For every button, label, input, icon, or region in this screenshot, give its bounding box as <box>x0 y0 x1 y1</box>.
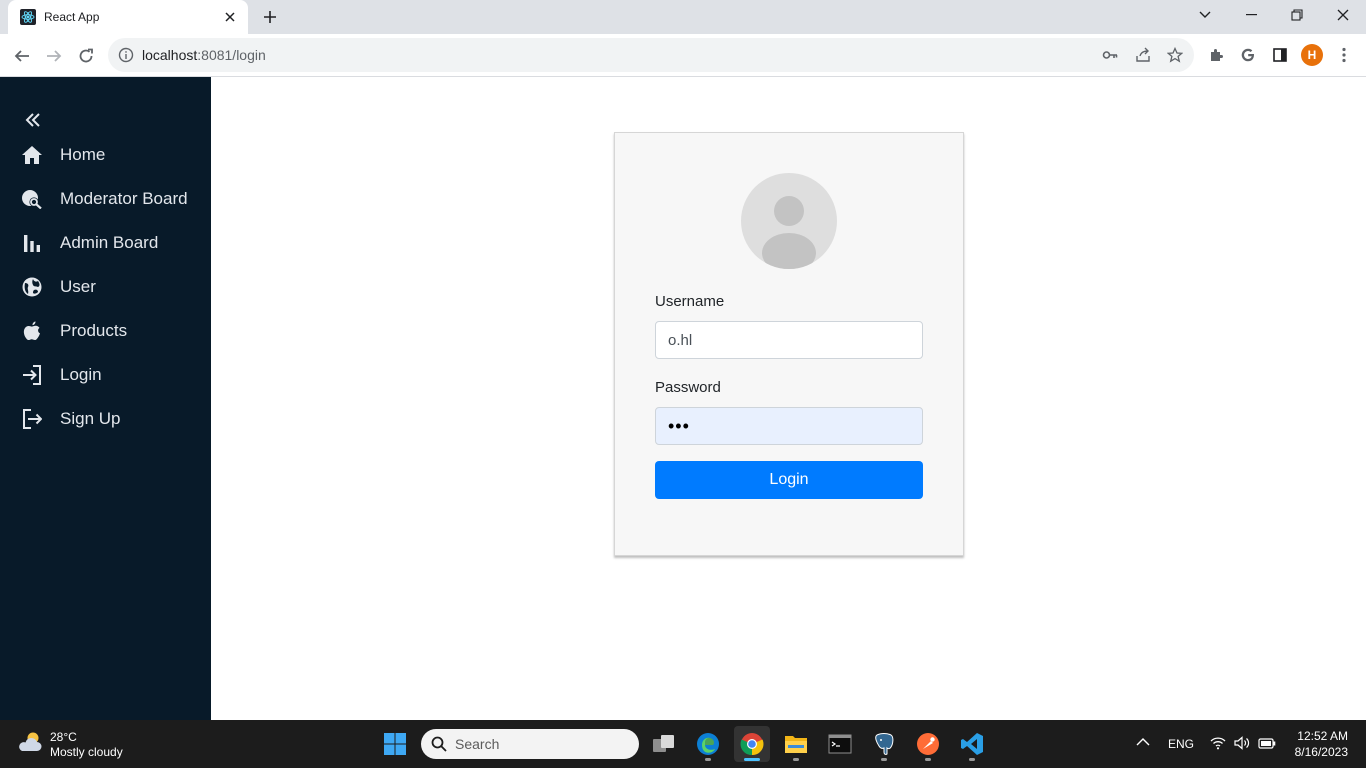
taskbar: 28°C Mostly cloudy Search ENG 12:52 AM 8… <box>0 720 1366 768</box>
postgresql-icon[interactable] <box>866 726 902 762</box>
back-icon[interactable] <box>8 42 36 70</box>
react-icon <box>20 9 36 25</box>
home-icon <box>21 144 43 166</box>
extensions-icon[interactable] <box>1205 44 1227 66</box>
browser-tab[interactable]: React App <box>8 0 248 34</box>
username-input[interactable]: o.hl <box>655 321 923 359</box>
edge-icon[interactable] <box>690 726 726 762</box>
bookmark-star-icon[interactable] <box>1165 45 1185 65</box>
url-host: localhost <box>142 47 198 63</box>
weather-temperature: 28°C <box>50 729 77 744</box>
cloudy-weather-icon <box>16 728 44 761</box>
bar-chart-icon <box>21 232 43 254</box>
chrome-icon[interactable] <box>734 726 770 762</box>
password-input[interactable]: ••• <box>655 407 923 445</box>
tab-search-icon[interactable] <box>1182 0 1228 30</box>
weather-widget[interactable]: 28°C Mostly cloudy <box>16 728 123 761</box>
logout-icon <box>21 408 43 430</box>
side-panel-icon[interactable] <box>1269 44 1291 66</box>
browser-toolbar: localhost:8081/login H <box>0 34 1366 77</box>
key-icon[interactable] <box>1100 45 1120 65</box>
apple-icon <box>21 320 43 342</box>
reload-icon[interactable] <box>72 42 100 70</box>
search-placeholder: Search <box>455 736 500 752</box>
login-button[interactable]: Login <box>655 461 923 499</box>
url-path: :8081/login <box>197 47 266 63</box>
sidebar-item-label: Home <box>60 145 106 164</box>
running-indicator <box>793 758 799 761</box>
battery-icon[interactable] <box>1258 736 1276 753</box>
minimize-icon[interactable] <box>1228 0 1274 30</box>
clock-date: 8/16/2023 <box>1294 745 1348 759</box>
new-tab-icon[interactable] <box>258 5 282 29</box>
terminal-icon[interactable] <box>822 726 858 762</box>
running-indicator <box>705 758 711 761</box>
weather-description: Mostly cloudy <box>50 744 123 759</box>
url-text[interactable]: localhost:8081/login <box>142 47 266 63</box>
sidebar-item-label: Products <box>60 321 128 340</box>
address-bar[interactable]: localhost:8081/login <box>108 38 1194 72</box>
system-clock[interactable]: 12:52 AM 8/16/2023 <box>1288 728 1348 760</box>
profile-avatar[interactable]: H <box>1301 44 1323 66</box>
tab-title: React App <box>44 10 100 24</box>
close-window-icon[interactable] <box>1320 0 1366 30</box>
sidebar-item-moderator-board[interactable]: Moderator Board <box>0 181 211 217</box>
browser-tab-strip: React App <box>0 0 1366 34</box>
restore-icon[interactable] <box>1274 0 1320 30</box>
forward-icon[interactable] <box>40 42 68 70</box>
running-indicator <box>744 758 760 761</box>
wifi-icon[interactable] <box>1210 736 1226 753</box>
search-icon <box>431 736 447 752</box>
sidebar-item-admin-board[interactable]: Admin Board <box>0 225 211 261</box>
profile-placeholder-avatar <box>741 173 837 269</box>
close-tab-icon[interactable] <box>218 5 242 29</box>
chevron-up-icon[interactable] <box>1136 736 1150 750</box>
sidebar-item-label: Admin Board <box>60 233 159 252</box>
sidebar-item-label: Moderator Board <box>60 189 188 208</box>
sidebar-item-products[interactable]: Products <box>0 313 211 349</box>
sidebar-item-sign-up[interactable]: Sign Up <box>0 401 211 437</box>
google-icon[interactable] <box>1237 44 1259 66</box>
username-label: Username <box>655 293 725 310</box>
collapse-sidebar-icon[interactable] <box>22 109 44 131</box>
running-indicator <box>881 758 887 761</box>
postman-icon[interactable] <box>910 726 946 762</box>
file-explorer-icon[interactable] <box>778 726 814 762</box>
sidebar-item-login[interactable]: Login <box>0 357 211 393</box>
sidebar-item-label: User <box>60 277 96 296</box>
login-icon <box>21 364 43 386</box>
windows-start-icon[interactable] <box>377 726 413 762</box>
share-icon[interactable] <box>1133 45 1153 65</box>
running-indicator <box>969 758 975 761</box>
sidebar-item-user[interactable]: User <box>0 269 211 305</box>
task-view-icon[interactable] <box>646 726 682 762</box>
language-indicator[interactable]: ENG <box>1168 737 1194 751</box>
login-card: Username o.hl Password ••• Login <box>614 132 964 556</box>
globe-search-icon <box>21 188 43 210</box>
sidebar: Home Moderator Board Admin Board User Pr… <box>0 77 211 720</box>
taskbar-search[interactable]: Search <box>421 729 639 759</box>
password-label: Password <box>655 379 721 396</box>
sidebar-item-label: Sign Up <box>60 409 121 428</box>
sidebar-item-home[interactable]: Home <box>0 137 211 173</box>
vscode-icon[interactable] <box>954 726 990 762</box>
volume-icon[interactable] <box>1234 736 1250 753</box>
clock-time: 12:52 AM <box>1297 729 1348 743</box>
user-globe-icon <box>21 276 43 298</box>
info-icon[interactable] <box>118 47 134 63</box>
running-indicator <box>925 758 931 761</box>
more-menu-icon[interactable] <box>1333 44 1355 66</box>
sidebar-item-label: Login <box>60 365 102 384</box>
